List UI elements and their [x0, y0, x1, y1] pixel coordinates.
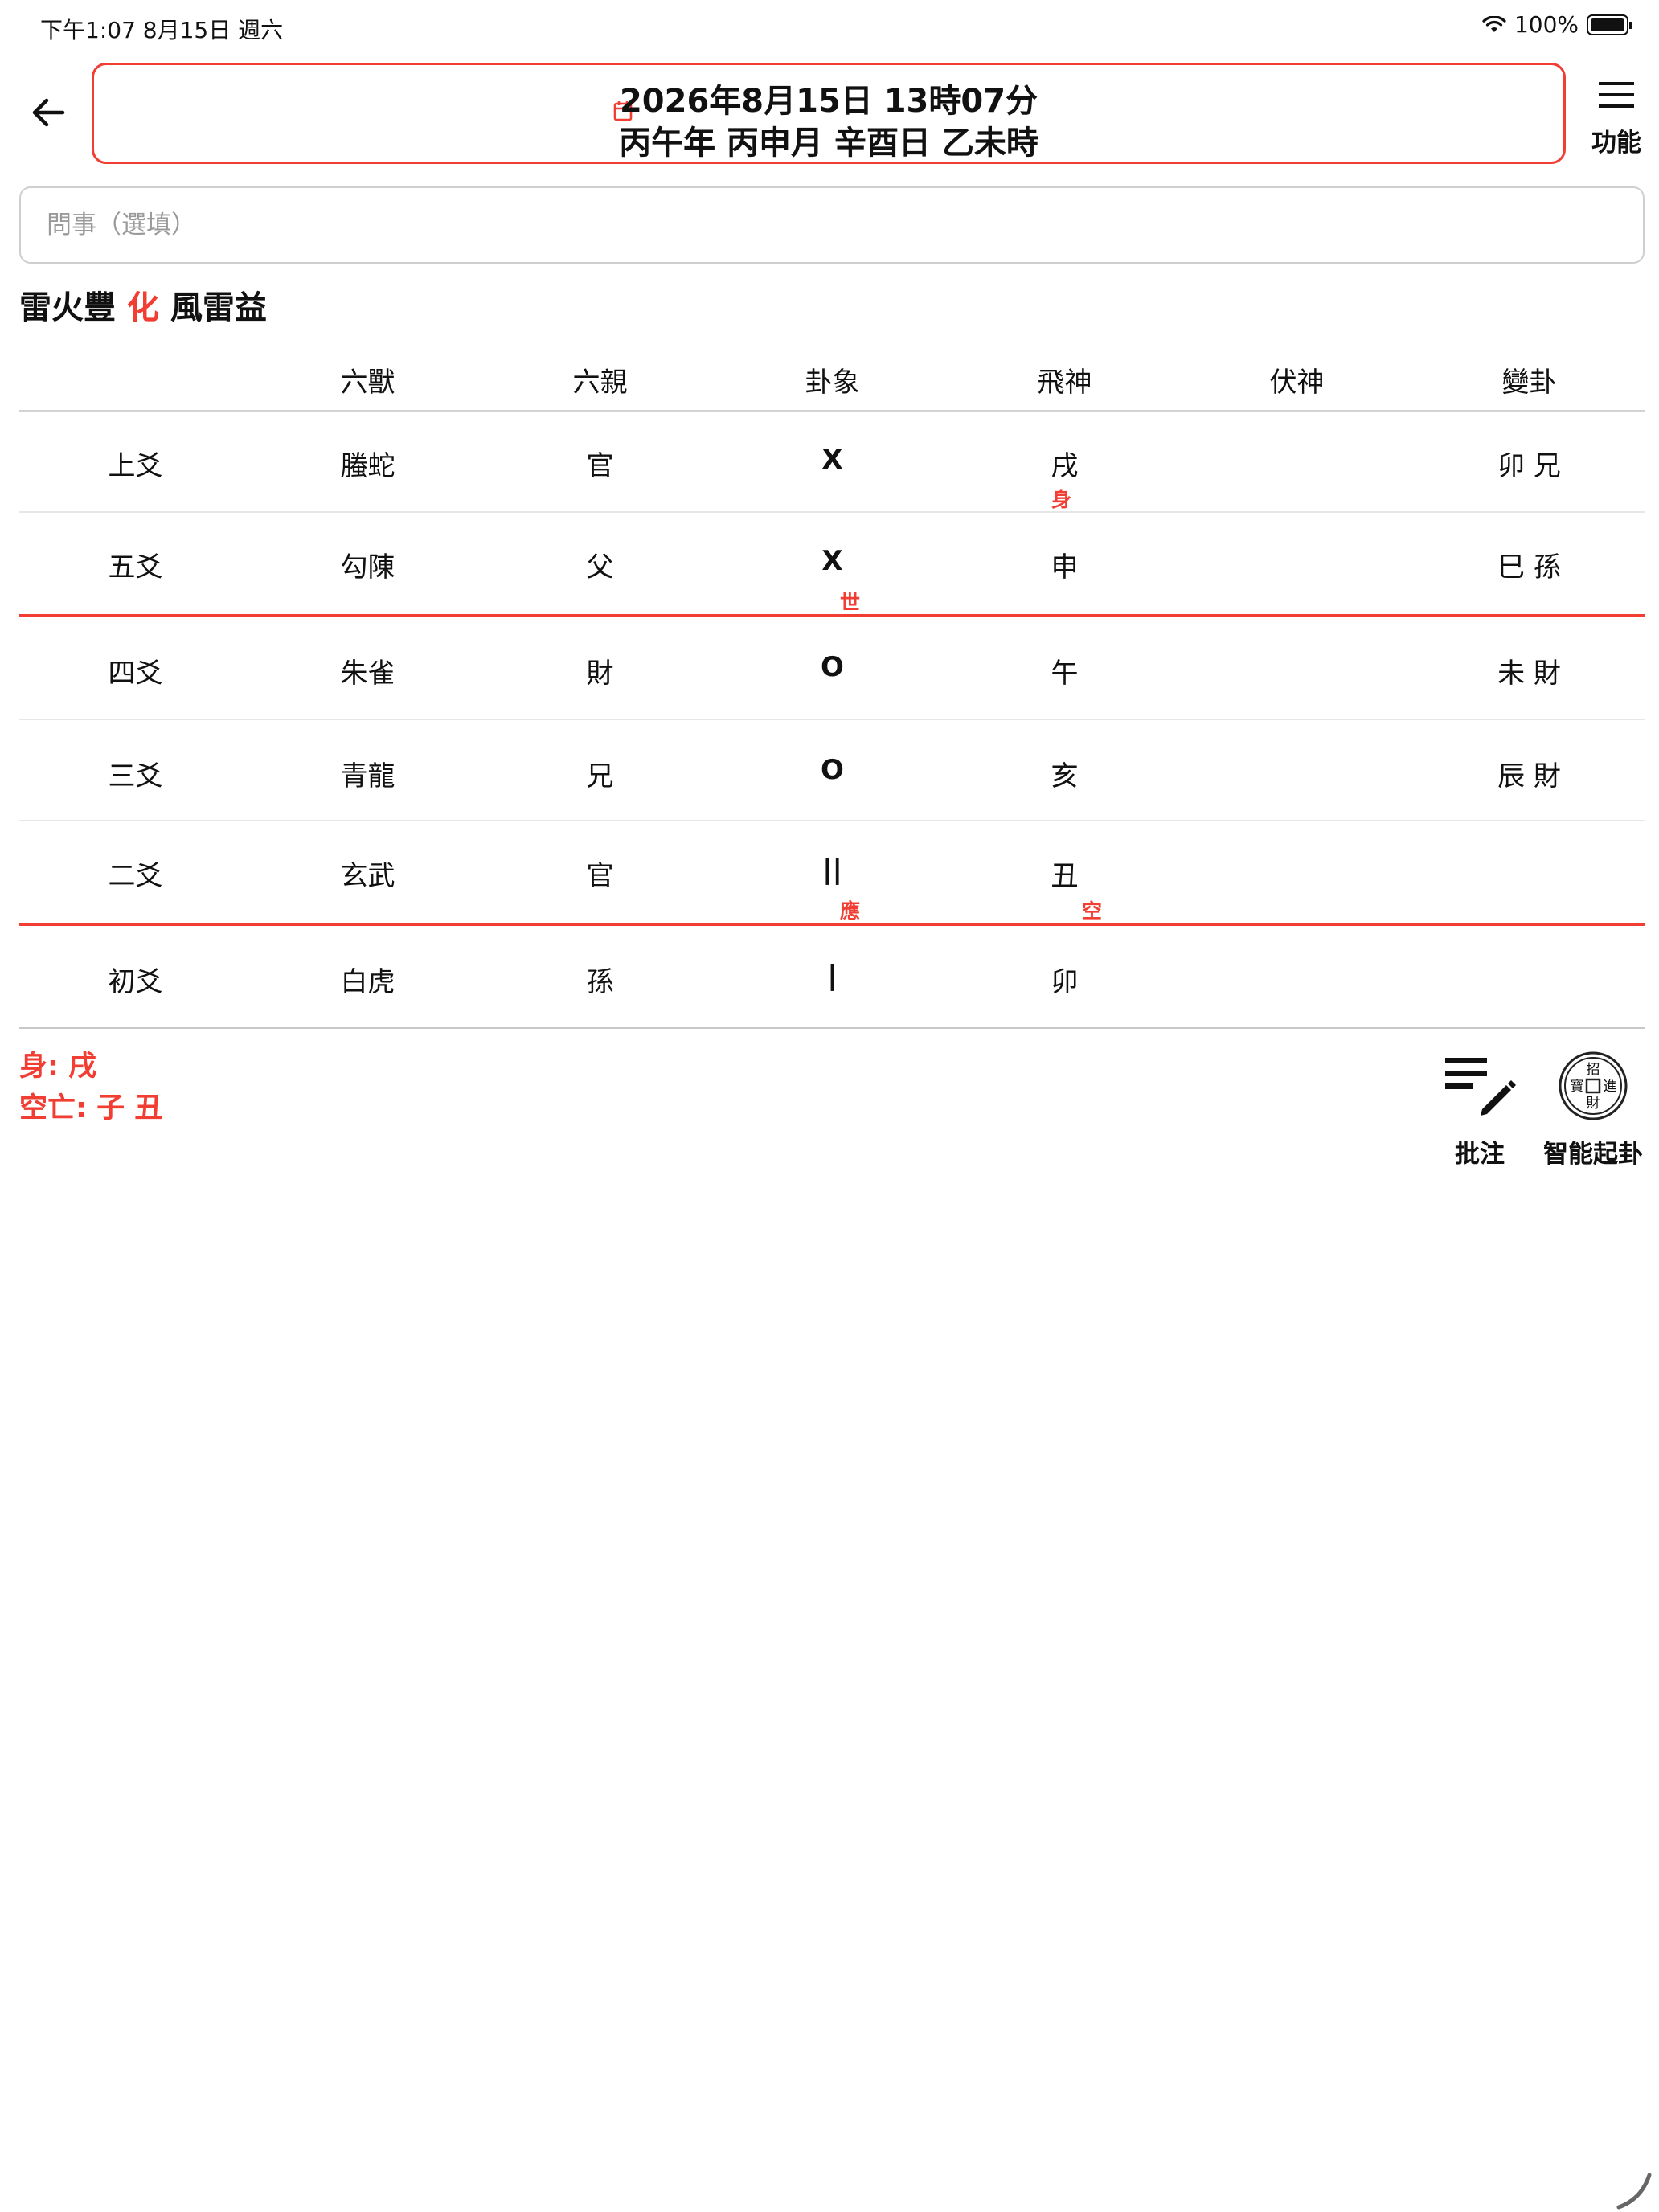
row-flying: 戌 — [1051, 450, 1079, 482]
response-marker: 應 — [840, 899, 861, 923]
row-position: 二爻 — [108, 860, 163, 892]
status-right-group: 100% — [1482, 11, 1632, 38]
body-marker: 身 — [1051, 488, 1072, 511]
row-relative: 孫 — [586, 966, 614, 998]
smart-divination-label: 智能起卦 — [1543, 1140, 1643, 1169]
row-symbol: X — [821, 545, 843, 577]
row-position: 上爻 — [108, 450, 163, 482]
table-row: 五爻 勾陳 父 X 世 申 巳 孫 — [19, 513, 1645, 617]
row-changed: 卯 兄 — [1497, 450, 1561, 482]
column-header-changed: 變卦 — [1501, 367, 1557, 399]
row-beast: 青龍 — [340, 760, 395, 793]
column-header-beast: 六獸 — [340, 367, 395, 399]
row-relative: 官 — [586, 450, 614, 482]
annotate-label: 批注 — [1455, 1140, 1505, 1169]
world-marker: 世 — [840, 591, 861, 614]
row-flying: 申 — [1051, 551, 1079, 584]
date-picker-button[interactable]: 2026年8月15日 13時07分 丙午年 丙申月 辛酉日 乙未時 — [92, 63, 1566, 164]
row-relative: 兄 — [586, 760, 614, 793]
row-changed: 巳 孫 — [1497, 551, 1561, 584]
coin-char-right: 進 — [1604, 1079, 1617, 1095]
row-symbol: || — [822, 854, 842, 886]
column-header-relative: 六親 — [572, 367, 628, 399]
row-beast: 白虎 — [340, 966, 395, 998]
annotate-button[interactable]: 批注 — [1436, 1053, 1524, 1174]
transform-connector: 化 — [126, 289, 159, 326]
column-header-hidden: 伏神 — [1269, 367, 1325, 399]
row-position: 四爻 — [108, 657, 163, 690]
row-flying: 卯 — [1051, 966, 1079, 998]
row-relative: 官 — [586, 860, 614, 892]
coin-icon: 招 寶 進 財 — [1559, 1051, 1628, 1120]
row-flying: 亥 — [1051, 760, 1079, 793]
row-flying: 午 — [1051, 657, 1079, 690]
status-time-date: 下午1:07 8月15日 週六 — [40, 17, 284, 43]
status-bar: 下午1:07 8月15日 週六 100% — [0, 0, 1659, 51]
date-text: 2026年8月15日 13時07分 — [619, 83, 1038, 120]
table-row: 四爻 朱雀 財 O 午 未 財 — [19, 617, 1645, 720]
body-note: 身: 戌 — [19, 1051, 97, 1083]
menu-button[interactable]: 功能 — [1580, 77, 1653, 158]
void-marker: 空 — [1082, 899, 1103, 923]
table-header: 六獸 六親 卦象 飛神 伏神 變卦 — [19, 346, 1645, 412]
table-row: 上爻 螣蛇 官 X 戌 身 卯 兄 — [19, 412, 1645, 513]
edit-notes-icon — [1445, 1058, 1516, 1116]
row-symbol: O — [821, 754, 844, 786]
coin-char-left: 寶 — [1571, 1078, 1584, 1095]
ganzhi-text: 丙午年 丙申月 辛酉日 乙未時 — [619, 125, 1038, 162]
row-flying: 丑 — [1051, 860, 1079, 892]
row-symbol: O — [821, 651, 844, 683]
column-header-flying: 飛神 — [1037, 367, 1092, 399]
void-note: 空亡: 子 丑 — [19, 1092, 163, 1124]
hexagram-title: 雷火豐 化 風雷益 — [19, 281, 267, 328]
question-input[interactable] — [19, 186, 1645, 264]
wifi-icon — [1482, 15, 1506, 32]
row-beast: 玄武 — [340, 860, 395, 892]
original-hexagram: 雷火豐 — [19, 289, 116, 326]
resize-handle-icon — [1616, 2173, 1652, 2210]
row-beast: 朱雀 — [340, 657, 395, 690]
menu-icon — [1599, 82, 1634, 108]
battery-icon — [1587, 14, 1632, 35]
back-button[interactable] — [24, 88, 72, 137]
row-changed: 未 財 — [1497, 657, 1561, 690]
menu-label: 功能 — [1591, 129, 1641, 158]
row-changed: 辰 財 — [1497, 760, 1561, 793]
smart-divination-button[interactable]: 招 寶 進 財 智能起卦 — [1535, 1050, 1651, 1174]
table-row: 二爻 玄武 官 || 應 丑 空 — [19, 821, 1645, 926]
coin-char-bottom: 財 — [1587, 1096, 1600, 1112]
coin-char-top: 招 — [1587, 1062, 1600, 1078]
row-relative: 財 — [586, 657, 614, 690]
battery-percent: 100% — [1514, 11, 1579, 38]
row-position: 初爻 — [108, 966, 163, 998]
arrow-left-icon — [32, 98, 65, 127]
changed-hexagram: 風雷益 — [170, 289, 267, 326]
column-header-symbol: 卦象 — [805, 367, 860, 399]
row-beast: 勾陳 — [340, 551, 395, 584]
row-symbol: | — [827, 960, 838, 992]
row-position: 三爻 — [108, 760, 163, 793]
row-relative: 父 — [586, 551, 614, 584]
row-beast: 螣蛇 — [340, 450, 395, 482]
row-symbol: X — [821, 444, 843, 476]
table-row: 初爻 白虎 孫 | 卯 — [19, 926, 1645, 1029]
table-row: 三爻 青龍 兄 O 亥 辰 財 — [19, 720, 1645, 821]
row-position: 五爻 — [108, 551, 163, 584]
